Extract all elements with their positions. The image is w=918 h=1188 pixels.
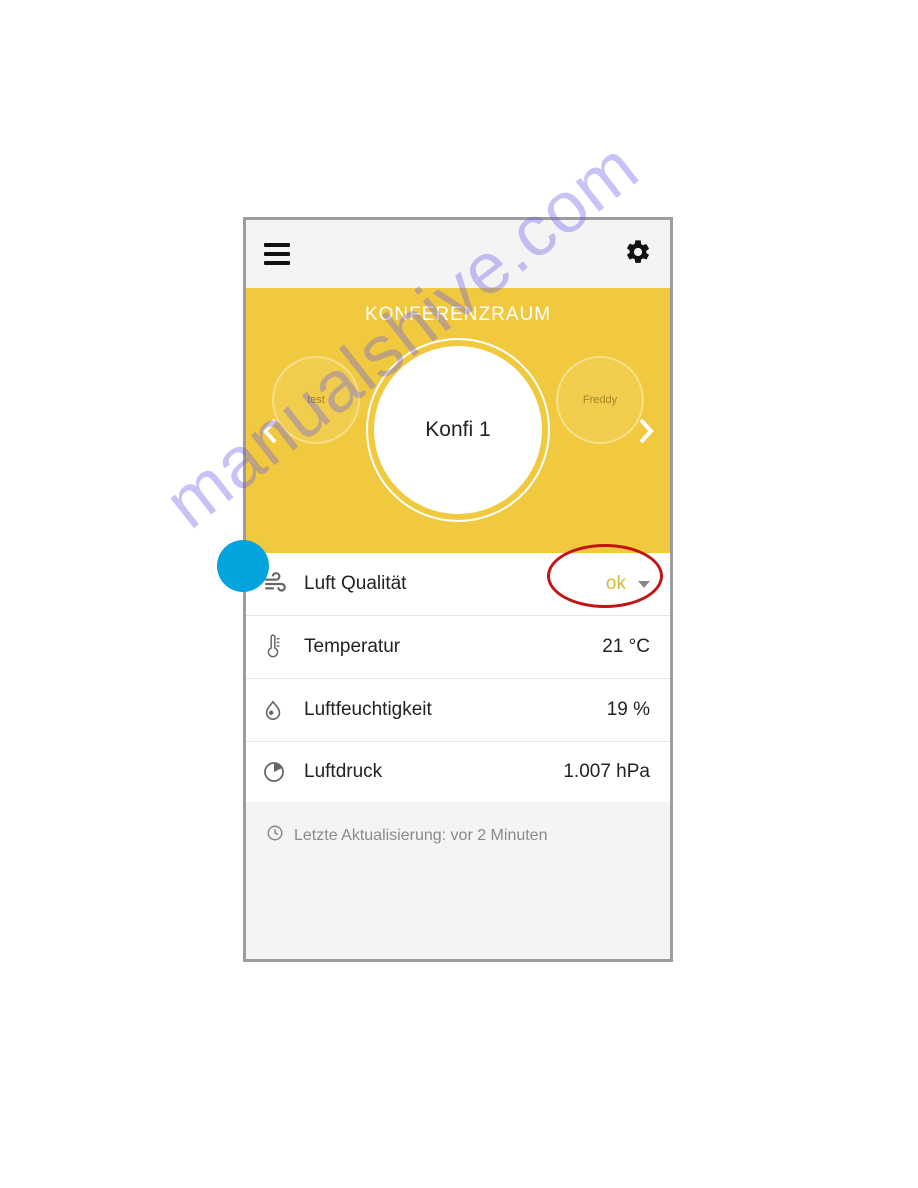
air-quality-value-wrap[interactable]: ok	[606, 573, 650, 595]
humidity-row: Luftfeuchtigkeit 19 %	[246, 679, 670, 742]
pressure-label: Luftdruck	[298, 761, 563, 783]
clock-icon	[266, 824, 284, 847]
room-category-title: KONFERENZRAUM	[246, 288, 670, 326]
temperature-row: Temperatur 21 °C	[246, 616, 670, 679]
last-update-footer: Letzte Aktualisierung: vor 2 Minuten	[246, 802, 670, 869]
temperature-value: 21 °C	[602, 636, 650, 658]
air-quality-label: Luft Qualität	[298, 573, 606, 595]
humidity-value: 19 %	[607, 699, 650, 721]
metrics-list: Luft Qualität ok Temperatur 21 °C Luftfe…	[246, 553, 670, 802]
humidity-label: Luftfeuchtigkeit	[298, 699, 607, 721]
temperature-label: Temperatur	[298, 636, 602, 658]
settings-icon[interactable]	[624, 238, 652, 271]
current-room-bubble[interactable]: Konfi 1	[374, 346, 542, 514]
top-bar	[246, 220, 670, 288]
room-hero: KONFERENZRAUM test Konfi 1 Freddy	[246, 288, 670, 553]
annotation-blue-dot	[217, 540, 269, 592]
menu-icon[interactable]	[264, 243, 290, 265]
air-quality-value: ok	[606, 573, 626, 595]
pressure-value: 1.007 hPa	[563, 761, 650, 783]
prev-room-label: test	[307, 394, 325, 406]
prev-room-bubble[interactable]: test	[272, 356, 360, 444]
thermometer-icon	[262, 634, 298, 660]
air-quality-row[interactable]: Luft Qualität ok	[246, 553, 670, 616]
prev-room-chevron-icon[interactable]	[262, 418, 278, 450]
droplet-icon	[262, 697, 298, 723]
gauge-icon	[262, 760, 298, 784]
current-room-ring: Konfi 1	[366, 338, 550, 522]
last-update-text: Letzte Aktualisierung: vor 2 Minuten	[294, 827, 547, 845]
app-screen: KONFERENZRAUM test Konfi 1 Freddy	[243, 217, 673, 962]
caret-down-icon	[638, 581, 650, 588]
room-carousel: test Konfi 1 Freddy	[246, 336, 670, 536]
current-room-label: Konfi 1	[425, 418, 490, 442]
next-room-label: Freddy	[583, 394, 617, 406]
pressure-row: Luftdruck 1.007 hPa	[246, 742, 670, 802]
next-room-bubble[interactable]: Freddy	[556, 356, 644, 444]
next-room-chevron-icon[interactable]	[638, 418, 654, 450]
